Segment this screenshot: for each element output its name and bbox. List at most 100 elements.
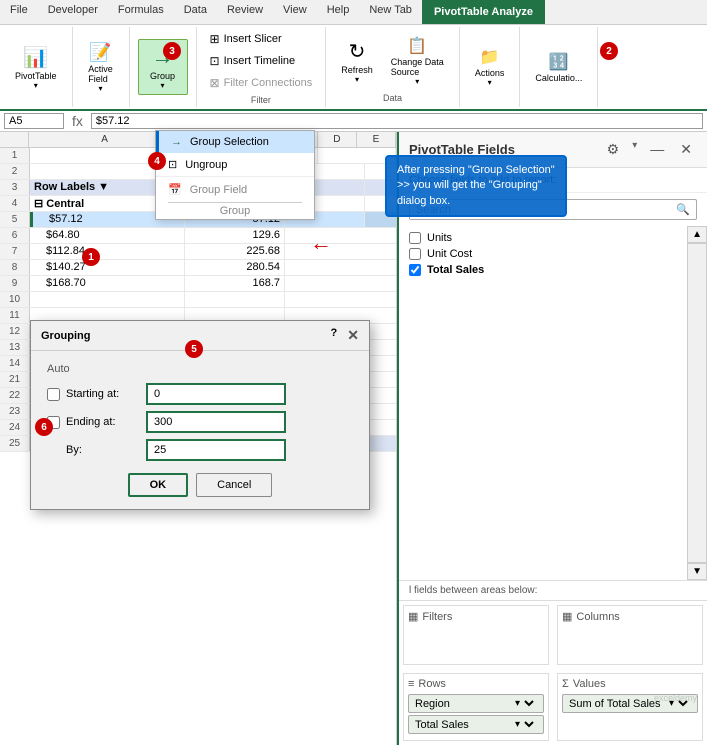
pivot-scroll-down[interactable]: ▼ [687, 563, 707, 580]
group-field-label: Group Field [190, 184, 247, 196]
cell-a6[interactable]: $64.80 [30, 228, 185, 243]
pivot-values-sum-select[interactable]: ▾ [665, 697, 691, 710]
tab-newtab[interactable]: New Tab [359, 0, 422, 24]
tab-developer[interactable]: Developer [38, 0, 108, 24]
active-field-arrow: ▾ [99, 84, 103, 93]
refresh-arrow: ▾ [355, 75, 359, 84]
pivot-field-units-checkbox[interactable] [409, 232, 421, 244]
row-num: 22 [0, 388, 30, 403]
refresh-label: Refresh [341, 65, 373, 75]
pivot-minimize-button[interactable]: — [645, 138, 669, 161]
ending-at-input[interactable] [146, 411, 286, 433]
grouping-ok-button[interactable]: OK [128, 473, 189, 497]
cell-b8[interactable]: 280.54 [185, 260, 285, 275]
tab-file[interactable]: File [0, 0, 38, 24]
pivot-area-filters-title: ▦ Filters [408, 610, 544, 623]
starting-at-input[interactable] [146, 383, 286, 405]
pivot-values-sum-label: Sum of Total Sales [569, 698, 661, 710]
row-num: 4 [0, 196, 30, 211]
col-header-d[interactable]: D [318, 132, 357, 147]
grouping-dialog[interactable]: Grouping ? ✕ Auto Starting at: Ending at… [30, 320, 370, 510]
pivot-panel-header: PivotTable Fields ⚙ ▾ — ✕ [399, 132, 707, 168]
filter-buttons: ⊞ Insert Slicer ⊡ Insert Timeline ⊠ Filt… [205, 29, 318, 93]
row-num: 13 [0, 340, 30, 355]
tab-data[interactable]: Data [174, 0, 217, 24]
tab-pivottable-analyze[interactable]: PivotTable Analyze [422, 0, 545, 24]
pivot-field-total-sales-checkbox[interactable] [409, 264, 421, 276]
dropdown-group-section: 📅 Group Field Group [156, 176, 314, 219]
dropdown-group-selection[interactable]: → Group Selection [156, 131, 314, 153]
refresh-icon: ↻ [349, 39, 366, 64]
row-num: 9 [0, 276, 30, 291]
table-row: 8 $140.27 280.54 [0, 260, 396, 276]
pivot-settings-button[interactable]: ⚙ [602, 138, 625, 161]
formula-bar: fx [0, 111, 707, 132]
cell-a9[interactable]: $168.70 [30, 276, 185, 291]
pivot-rows-region-select[interactable]: ▾ [511, 697, 537, 710]
cell-b9[interactable]: 168.7 [185, 276, 285, 291]
pivot-field-unit-cost: Unit Cost [409, 246, 677, 262]
pivottable-icon: 📊 [23, 45, 48, 70]
pivot-panel-subtitle: Choose fields to add to report: [399, 168, 707, 193]
change-data-source-arrow: ▾ [415, 77, 419, 86]
tab-review[interactable]: Review [217, 0, 273, 24]
cell-a10[interactable] [30, 292, 185, 307]
pivot-rows-totalsales-select[interactable]: ▾ [511, 718, 537, 731]
actions-button[interactable]: 📁 Actions ▾ [468, 42, 512, 92]
name-box[interactable] [4, 113, 64, 129]
change-data-source-button[interactable]: 📋 Change DataSource ▾ [384, 31, 451, 91]
row-num: 14 [0, 356, 30, 371]
dropdown-group-field[interactable]: 📅 Group Field [168, 179, 302, 200]
by-input[interactable] [146, 439, 286, 461]
pivot-area-rows-label: Rows [418, 678, 446, 690]
ribbon-group-active-field: 📝 ActiveField ▾ [73, 27, 130, 107]
pivot-fields-list: Units Unit Cost Total Sales [399, 226, 687, 580]
grouping-dialog-title: Grouping ? ✕ [31, 321, 369, 351]
pivot-field-unit-cost-label: Unit Cost [427, 248, 472, 260]
pivottable-button[interactable]: 📊 PivotTable ▾ [8, 40, 64, 95]
refresh-button[interactable]: ↻ Refresh ▾ [334, 34, 380, 89]
grouping-title-label: Grouping [41, 330, 91, 342]
pivot-drag-hint: l fields between areas below: [399, 580, 707, 600]
ending-at-checkbox[interactable] [47, 416, 60, 429]
pivot-field-unit-cost-checkbox[interactable] [409, 248, 421, 260]
pivot-panel-title: PivotTable Fields [409, 142, 515, 157]
tab-view[interactable]: View [273, 0, 317, 24]
cell-a8[interactable]: $140.27 [30, 260, 185, 275]
group-button[interactable]: → Group ▾ [138, 39, 188, 95]
grouping-help-button[interactable]: ? [331, 327, 338, 344]
pivot-settings-arrow[interactable]: ▾ [630, 138, 639, 161]
filter-connections-button[interactable]: ⊠ Filter Connections [205, 73, 318, 93]
cell-b10[interactable] [185, 292, 285, 307]
filter-connections-label: Filter Connections [224, 77, 313, 89]
pivot-area-rows: ≡ Rows Region ▾ Total Sales ▾ [403, 673, 549, 741]
grouping-dialog-buttons: OK Cancel [47, 473, 353, 497]
corner-header [0, 132, 29, 147]
cell-a7[interactable]: $112.84 [30, 244, 185, 259]
cell-b7[interactable]: 225.68 [185, 244, 285, 259]
group-selection-label: Group Selection [190, 136, 269, 148]
col-header-e[interactable]: E [357, 132, 396, 147]
insert-timeline-button[interactable]: ⊡ Insert Timeline [205, 51, 318, 71]
pivot-search-input[interactable] [410, 201, 670, 219]
formula-input[interactable] [91, 113, 703, 129]
table-row: 10 [0, 292, 396, 308]
by-label: By: [66, 444, 146, 456]
group-arrow: ▾ [161, 81, 165, 90]
group-dropdown-menu: → Group Selection ⊡ Ungroup 📅 Group Fiel… [155, 130, 315, 220]
dropdown-ungroup[interactable]: ⊡ Ungroup [156, 153, 314, 176]
grouping-cancel-button[interactable]: Cancel [196, 473, 272, 497]
calculations-button[interactable]: 🔢 Calculatio... [528, 47, 589, 88]
cell-d1[interactable] [318, 148, 396, 163]
insert-slicer-button[interactable]: ⊞ Insert Slicer [205, 29, 318, 49]
timeline-icon: ⊡ [210, 54, 220, 68]
cell-b6[interactable]: 129.6 [185, 228, 285, 243]
grouping-close-button[interactable]: ✕ [347, 327, 359, 344]
tab-help[interactable]: Help [317, 0, 360, 24]
pivot-scroll-up[interactable]: ▲ [687, 226, 707, 243]
ribbon-group-actions: 📁 Actions ▾ [460, 27, 521, 107]
active-field-button[interactable]: 📝 ActiveField ▾ [81, 37, 121, 98]
tab-formulas[interactable]: Formulas [108, 0, 174, 24]
starting-at-checkbox[interactable] [47, 388, 60, 401]
pivot-close-button[interactable]: ✕ [675, 138, 697, 161]
